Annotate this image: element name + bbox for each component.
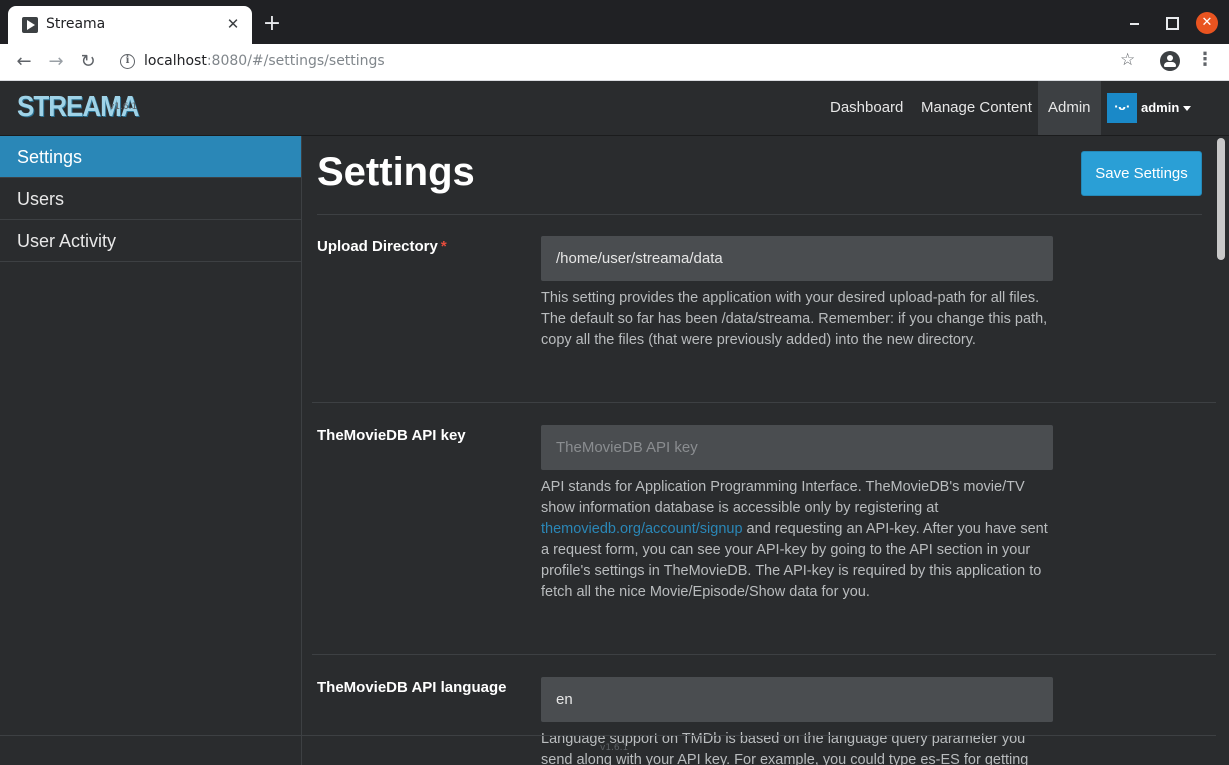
upload-directory-label: Upload Directory *: [317, 238, 447, 255]
divider: [312, 654, 1216, 655]
address-bar[interactable]: i localhost:8080/#/settings/settings: [112, 48, 1152, 76]
sidebar-item-user-activity[interactable]: User Activity: [0, 220, 301, 262]
tab-title: Streama: [46, 16, 106, 32]
tmdb-api-key-label: TheMovieDB API key: [317, 427, 466, 444]
nav-admin[interactable]: Admin: [1038, 81, 1101, 135]
nav-dashboard[interactable]: Dashboard: [820, 81, 913, 135]
divider: [312, 402, 1216, 403]
forward-arrow-icon[interactable]: →: [44, 50, 68, 74]
avatar[interactable]: ·ᴗ·: [1107, 93, 1137, 123]
tmdb-api-key-help: API stands for Application Programming I…: [541, 479, 1048, 600]
sidebar-item-settings[interactable]: Settings: [0, 136, 301, 178]
new-tab-button[interactable]: +: [262, 13, 282, 35]
scrollbar-thumb[interactable]: [1217, 138, 1225, 260]
upload-directory-help: This setting provides the application wi…: [541, 290, 1048, 348]
site-info-icon[interactable]: i: [120, 54, 135, 69]
bookmark-star-icon[interactable]: ☆: [1120, 50, 1135, 70]
profile-icon[interactable]: [1160, 51, 1180, 71]
save-settings-button[interactable]: Save Settings: [1081, 151, 1202, 196]
admin-sidebar: Settings Users User Activity: [0, 136, 302, 765]
page-title: Settings: [317, 150, 475, 194]
browser-menu-icon[interactable]: ⋮: [1196, 49, 1214, 70]
sidebar-item-users[interactable]: Users: [0, 178, 301, 220]
settings-panel: Settings Save Settings Upload Directory *…: [302, 136, 1216, 765]
tmdb-api-key-input[interactable]: [541, 425, 1053, 470]
user-dropdown[interactable]: admin: [1141, 100, 1192, 115]
url-text: localhost:8080/#/settings/settings: [144, 53, 385, 69]
app-version: v1.6.1: [109, 102, 138, 112]
divider: [317, 214, 1202, 215]
caret-down-icon: [1183, 106, 1192, 112]
window-close-button[interactable]: ✕: [1196, 12, 1218, 34]
streama-favicon-icon: [22, 17, 38, 33]
window-minimize-button[interactable]: [1126, 14, 1144, 32]
nav-manage-content[interactable]: Manage Content: [911, 81, 1042, 135]
tmdb-api-language-input[interactable]: [541, 677, 1053, 722]
browser-toolbar: ← → ↻ i localhost:8080/#/settings/settin…: [0, 44, 1229, 81]
tmdb-signup-link[interactable]: themoviedb.org/account/signup: [541, 521, 743, 537]
tmdb-api-language-label: TheMovieDB API language: [317, 679, 507, 696]
required-marker: *: [440, 238, 447, 255]
footer-divider: [0, 735, 1216, 736]
tab-close-icon[interactable]: ✕: [224, 15, 242, 33]
footer-version: v1.6.1: [600, 743, 629, 753]
browser-tabstrip: Streama ✕ + ✕: [0, 0, 1229, 44]
window-maximize-button[interactable]: [1162, 14, 1180, 32]
browser-tab[interactable]: Streama ✕: [8, 6, 252, 44]
back-arrow-icon[interactable]: ←: [12, 50, 36, 74]
reload-icon[interactable]: ↻: [76, 50, 100, 74]
upload-directory-input[interactable]: [541, 236, 1053, 281]
app-navbar: STREAMA v1.6.1 Dashboard Manage Content …: [0, 81, 1229, 136]
